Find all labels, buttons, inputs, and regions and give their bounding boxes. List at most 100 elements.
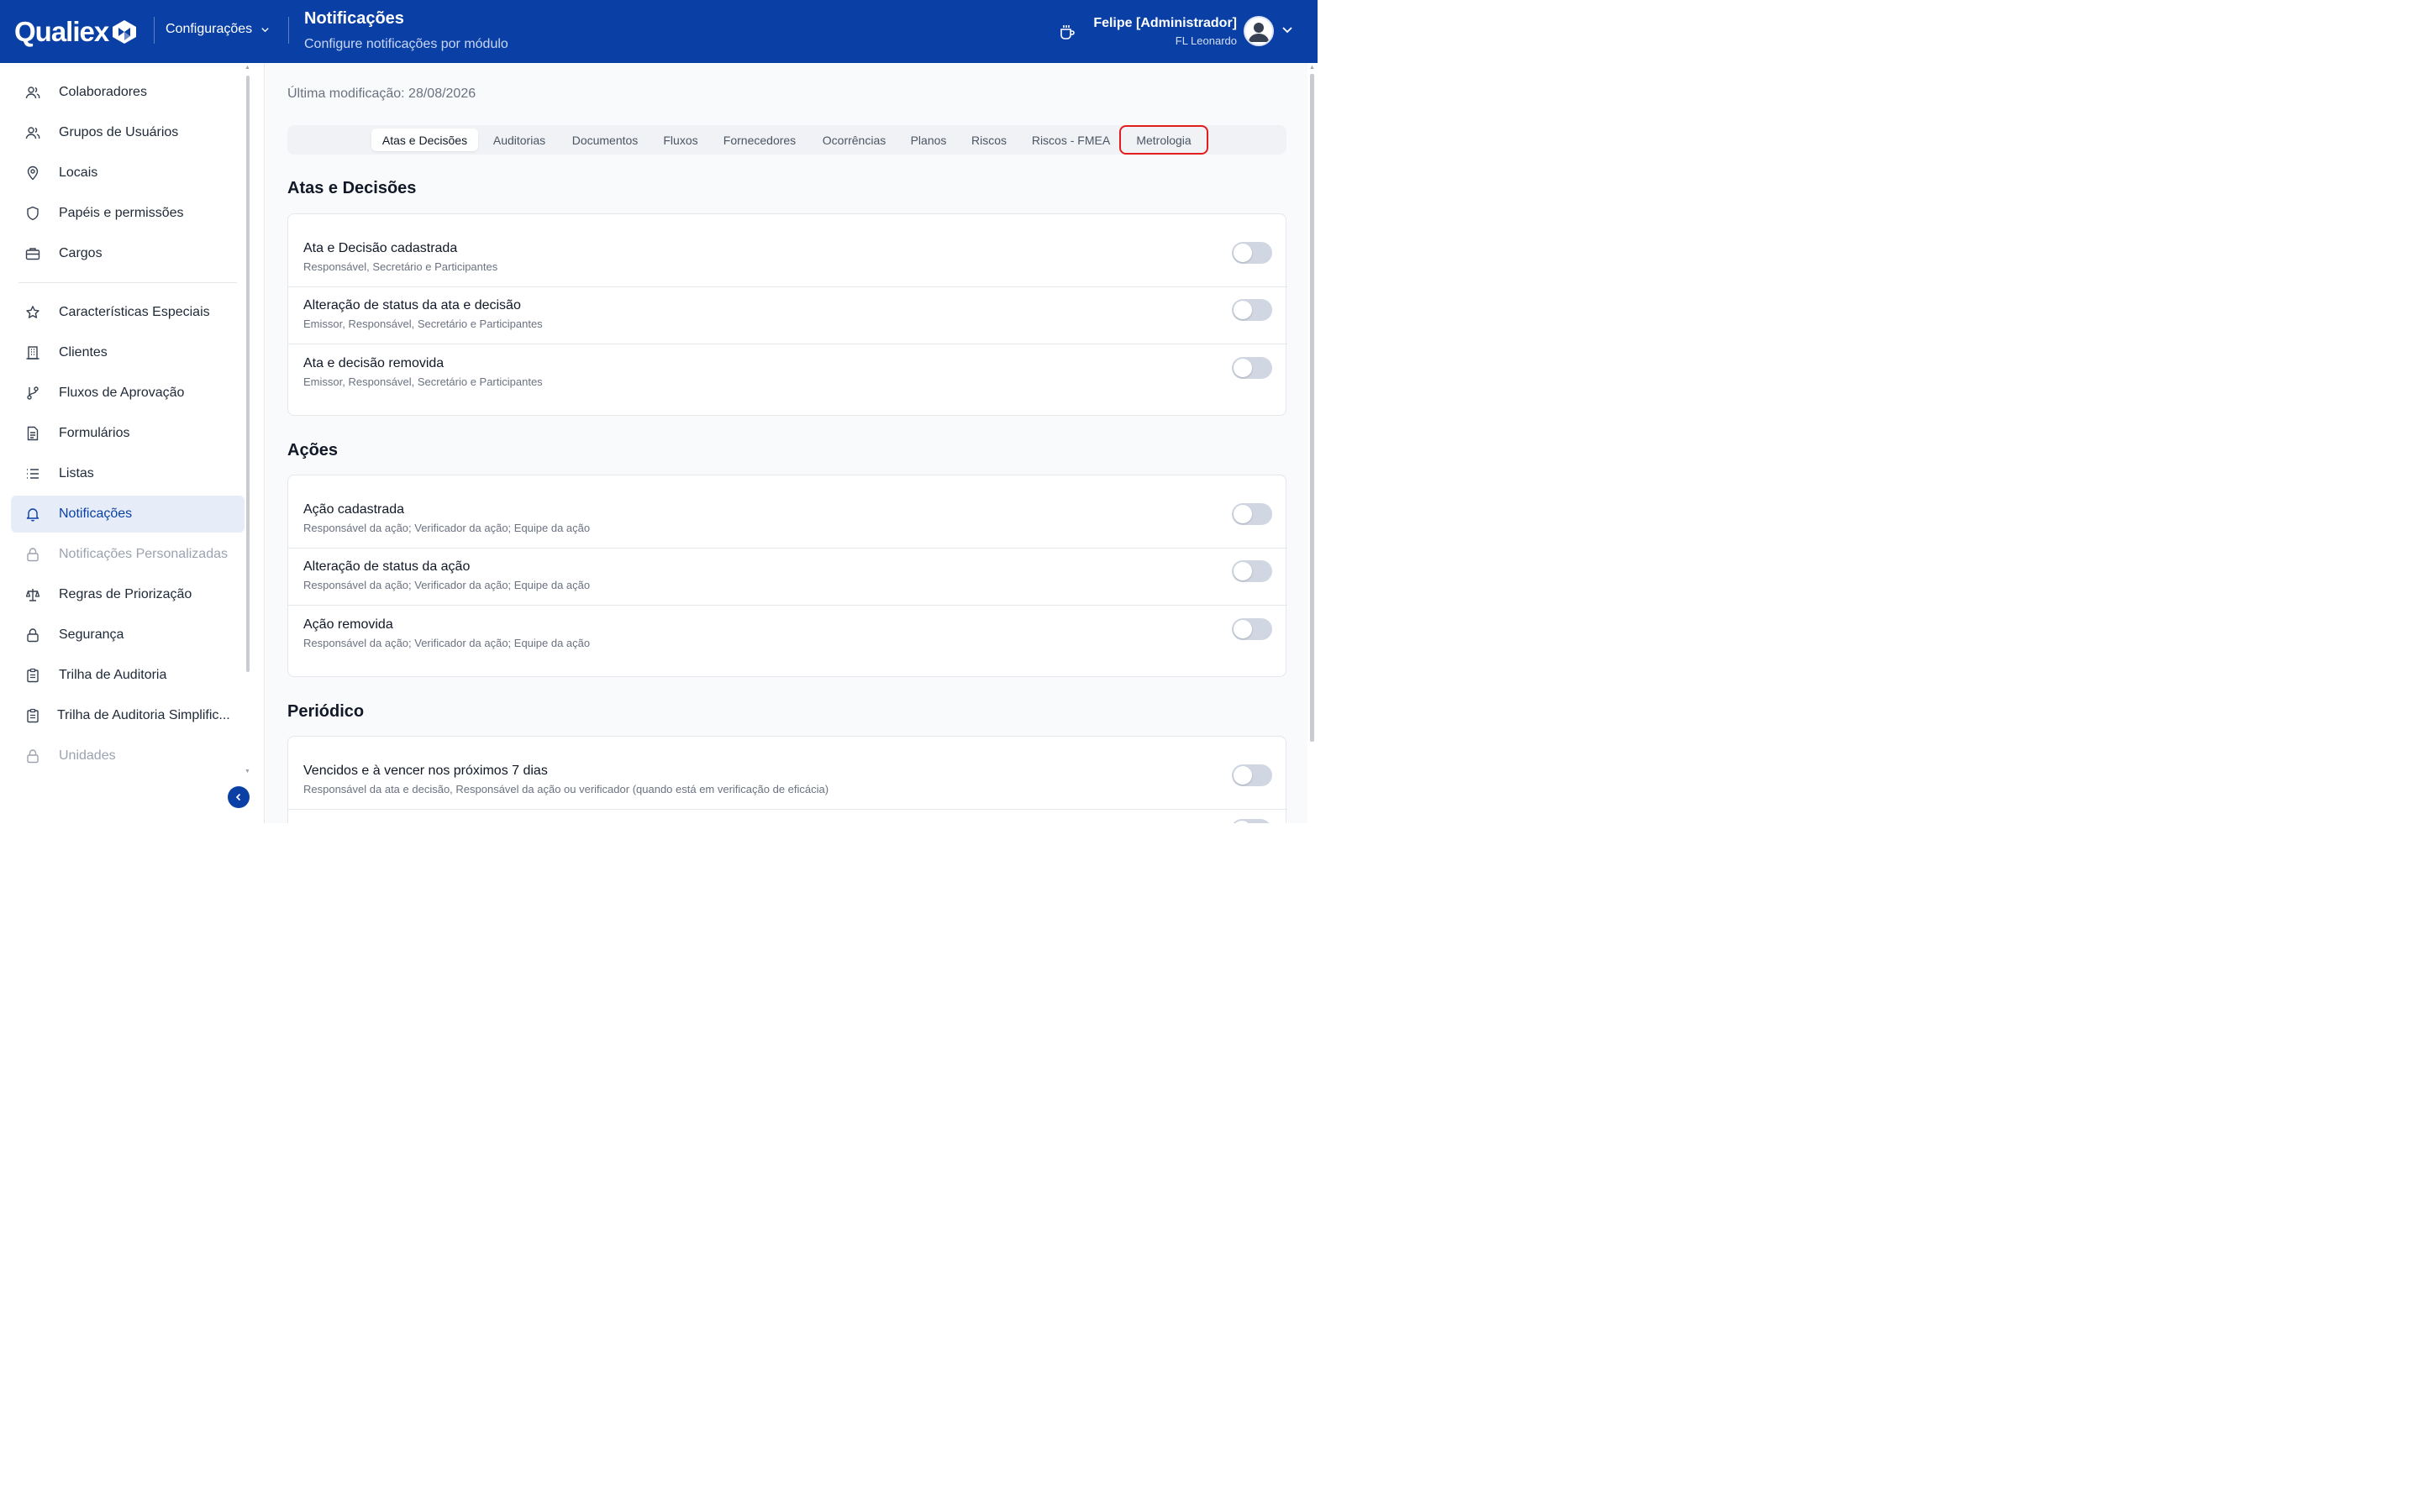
sidebar-item-grupos-de-usuarios[interactable]: Grupos de Usuários [11,114,245,151]
sidebar-item-label: Papéis e permissões [59,206,184,220]
sidebar-item-label: Notificações Personalizadas [59,547,228,561]
notification-row: Vencidos e à vencer nos próximos 7 dias … [303,764,1272,821]
module-selector-label: Configurações [166,22,253,36]
tab-documentos[interactable]: Documentos [561,129,649,151]
sidebar-item-label: Características Especiais [59,305,210,319]
notification-row: Alteração de status da ata e decisão Emi… [303,298,1272,355]
notification-card: Ação cadastrada Responsável da ação; Ver… [287,475,1287,677]
users-icon [25,87,40,99]
notification-recipients: Responsável da ação; Verificador da ação… [303,637,591,649]
qualiex-logo[interactable]: Qualiex [14,15,137,49]
chevron-down-icon[interactable] [1281,23,1294,36]
notification-toggle[interactable] [1232,618,1272,640]
tab-fornecedores[interactable]: Fornecedores [713,129,807,151]
sidebar-item-regras-de-priorizacao[interactable]: Regras de Priorização [11,576,245,613]
sidebar-item-notificacoes[interactable]: Notificações [11,496,245,533]
toggle-knob [1234,562,1252,580]
tab-riscos[interactable]: Riscos [962,129,1016,151]
sidebar-item-papeis-e-permissoes[interactable]: Papéis e permissões [11,195,245,232]
file-text-icon [27,426,39,441]
notification-title: Ata e decisão removida [303,356,445,370]
sidebar-item-locais[interactable]: Locais [11,155,245,192]
sidebar-item-notificacoes-personalizadas[interactable]: Notificações Personalizadas [11,536,245,573]
scale-icon [25,589,40,601]
logo-text: Qualiex [14,16,109,47]
scroll-up-arrow[interactable]: ▲ [1309,65,1315,71]
notification-toggle[interactable] [1231,819,1271,823]
sidebar-item-label: Clientes [59,345,108,360]
notification-recipients: Emissor, Responsável, Secretário e Parti… [303,318,543,330]
chevron-down-icon [261,27,269,32]
notification-recipients: Responsável da ata e decisão, Responsáve… [303,783,829,795]
scroll-down-arrow[interactable]: ▼ [245,769,250,774]
avatar[interactable] [1244,16,1274,46]
sidebar-item-clientes[interactable]: Clientes [11,334,245,371]
map-pin-icon [27,165,39,181]
notification-recipients: Emissor, Responsável, Secretário e Parti… [303,375,543,388]
last-modified-text: Última modificação: 28/08/2026 [287,87,476,101]
tab-metrologia[interactable]: Metrologia [1123,129,1205,151]
git-branch-icon [27,386,39,400]
logo-mark-icon [113,20,137,44]
notification-toggle[interactable] [1232,560,1272,582]
module-tabs: Atas e Decisões Auditorias Documentos Fl… [287,125,1286,155]
sidebar-item-label: Unidades [59,748,116,763]
lock-icon [27,548,39,562]
sidebar-item-label: Grupos de Usuários [59,125,179,139]
main-scrollbar[interactable] [1310,74,1314,742]
toggle-knob [1234,301,1252,319]
sidebar-item-listas[interactable]: Listas [11,455,245,492]
tab-atas-e-decisoes[interactable]: Atas e Decisões [371,129,478,151]
notification-recipients: Responsável da ação; Verificador da ação… [303,522,591,534]
lock-icon [27,749,39,764]
page-heading: Notificações Configure notificações por … [304,9,508,52]
building-icon [26,346,39,360]
sidebar-item-label: Segurança [59,627,124,642]
module-selector[interactable]: Configurações [166,22,270,37]
scroll-up-arrow[interactable]: ▲ [245,65,250,71]
user-organization: FL Leonardo [1175,34,1237,47]
toggle-knob [1233,821,1251,823]
notification-toggle[interactable] [1232,503,1272,525]
collapse-sidebar-button[interactable] [228,786,250,808]
tab-fluxos[interactable]: Fluxos [655,129,706,151]
toggle-knob [1234,244,1252,262]
sidebar-item-trilha-de-auditoria[interactable]: Trilha de Auditoria [11,657,245,694]
header-divider [154,17,155,44]
section-title: Periódico [287,702,365,721]
notification-toggle[interactable] [1232,357,1272,379]
notification-toggle[interactable] [1232,242,1272,264]
section-title: Ações [287,441,339,459]
notification-row: Alteração de status da ação Responsável … [303,559,1272,617]
sidebar-item-fluxos-de-aprovacao[interactable]: Fluxos de Aprovação [11,375,245,412]
main-content: Última modificação: 28/08/2026 Atas e De… [266,63,1307,823]
sidebar-item-seguranca[interactable]: Segurança [11,617,245,654]
sidebar-scrollbar[interactable] [246,76,250,672]
sidebar-item-colaboradores[interactable]: Colaboradores [11,74,245,111]
tab-auditorias[interactable]: Auditorias [484,129,555,151]
notification-toggle[interactable] [1232,299,1272,321]
notification-title: Ação removida [303,617,393,632]
notification-title: Ação cadastrada [303,502,405,517]
sidebar-item-trilha-de-auditoria-simplificada[interactable]: Trilha de Auditoria Simplific... [11,697,245,734]
shield-icon [27,206,39,221]
user-info[interactable]: Felipe [Administrador] FL Leonardo [1093,16,1237,47]
notification-row: Ação removida Responsável da ação; Verif… [303,617,1272,675]
tab-planos[interactable]: Planos [902,129,955,151]
tab-ocorrencias[interactable]: Ocorrências [813,129,895,151]
clipboard-icon [27,708,39,723]
sidebar-item-cargos[interactable]: Cargos [11,235,245,272]
coffee-icon[interactable] [1057,22,1077,42]
sidebar-item-unidades[interactable]: Unidades [11,738,245,774]
sidebar-item-caracteristicas-especiais[interactable]: Características Especiais [11,294,245,331]
notification-toggle[interactable] [1232,764,1272,786]
page-title: Notificações [304,9,404,28]
sidebar-item-label: Notificações [59,507,133,521]
notification-recipients: Responsável, Secretário e Participantes [303,260,498,273]
sidebar-item-formularios[interactable]: Formulários [11,415,245,452]
row-divider [288,809,1287,810]
tab-riscos-fmea[interactable]: Riscos - FMEA [1023,129,1119,151]
bell-icon [26,508,39,522]
toggle-knob [1234,620,1252,638]
sidebar-item-label: Listas [59,466,94,480]
